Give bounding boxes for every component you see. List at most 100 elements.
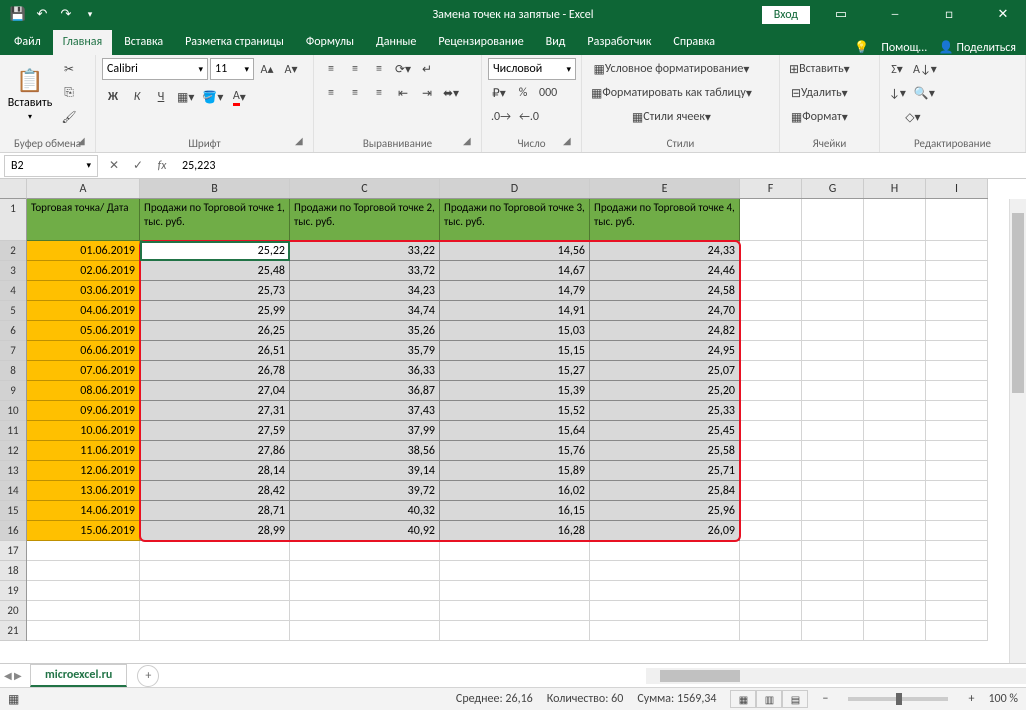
- format-as-table-button[interactable]: ▦ Форматировать как таблицу ▾: [588, 82, 755, 104]
- cell[interactable]: 34,74: [290, 301, 440, 321]
- cell[interactable]: [802, 501, 864, 521]
- cell[interactable]: 16,28: [440, 521, 590, 541]
- cell[interactable]: Продажи по Торговой точке 1, тыс. руб.: [140, 199, 290, 241]
- row-header-10[interactable]: 10: [0, 401, 26, 421]
- cell[interactable]: 05.06.2019: [27, 321, 140, 341]
- cell[interactable]: [440, 601, 590, 621]
- col-header-H[interactable]: H: [864, 179, 926, 198]
- cell[interactable]: [926, 421, 988, 441]
- cell[interactable]: [802, 421, 864, 441]
- cell[interactable]: [740, 301, 802, 321]
- row-header-14[interactable]: 14: [0, 481, 26, 501]
- cell[interactable]: Продажи по Торговой точке 2, тыс. руб.: [290, 199, 440, 241]
- tab-review[interactable]: Рецензирование: [428, 30, 533, 55]
- cell[interactable]: [926, 601, 988, 621]
- cell[interactable]: 24,82: [590, 321, 740, 341]
- row-header-18[interactable]: 18: [0, 561, 26, 581]
- cell[interactable]: 15,15: [440, 341, 590, 361]
- cell[interactable]: [926, 541, 988, 561]
- cell[interactable]: 36,33: [290, 361, 440, 381]
- cell[interactable]: 25,99: [140, 301, 290, 321]
- cell[interactable]: 26,51: [140, 341, 290, 361]
- maximize-icon[interactable]: □: [926, 0, 972, 29]
- cell[interactable]: 26,09: [590, 521, 740, 541]
- cell[interactable]: 15,52: [440, 401, 590, 421]
- cell[interactable]: 24,46: [590, 261, 740, 281]
- align-top-icon[interactable]: ≡: [320, 58, 342, 80]
- cell[interactable]: [926, 621, 988, 641]
- cell[interactable]: 15,27: [440, 361, 590, 381]
- cell[interactable]: 15,89: [440, 461, 590, 481]
- close-icon[interactable]: ✕: [980, 0, 1026, 29]
- cut-icon[interactable]: ✂: [58, 58, 80, 80]
- clear-icon[interactable]: ◇▾: [886, 106, 940, 128]
- cell[interactable]: 33,22: [290, 241, 440, 261]
- row-header-17[interactable]: 17: [0, 541, 26, 561]
- cell[interactable]: [926, 401, 988, 421]
- decrease-indent-icon[interactable]: ⇤: [392, 82, 414, 104]
- tab-page-layout[interactable]: Разметка страницы: [175, 30, 294, 55]
- row-header-16[interactable]: 16: [0, 521, 26, 541]
- cell[interactable]: [864, 461, 926, 481]
- cell[interactable]: [590, 581, 740, 601]
- cell[interactable]: [926, 241, 988, 261]
- cell[interactable]: [740, 501, 802, 521]
- font-color-icon[interactable]: A▾: [228, 86, 250, 108]
- cell[interactable]: [140, 541, 290, 561]
- cell[interactable]: [590, 621, 740, 641]
- font-name-combo[interactable]: Calibri▾: [102, 58, 208, 80]
- cell[interactable]: [864, 581, 926, 601]
- cell[interactable]: [140, 561, 290, 581]
- cell[interactable]: [27, 561, 140, 581]
- autosum-icon[interactable]: Σ▾: [886, 58, 908, 80]
- wrap-text-icon[interactable]: ↵: [416, 58, 438, 80]
- formula-bar[interactable]: 25,223: [174, 159, 1026, 173]
- fill-color-icon[interactable]: 🪣▾: [199, 86, 226, 108]
- cell[interactable]: [864, 361, 926, 381]
- cell[interactable]: [864, 199, 926, 241]
- cell[interactable]: [27, 581, 140, 601]
- cell[interactable]: 25,96: [590, 501, 740, 521]
- cell[interactable]: 13.06.2019: [27, 481, 140, 501]
- cell[interactable]: 39,14: [290, 461, 440, 481]
- cell[interactable]: 25,58: [590, 441, 740, 461]
- cell[interactable]: [140, 621, 290, 641]
- cell[interactable]: [590, 561, 740, 581]
- cell[interactable]: [740, 241, 802, 261]
- cell[interactable]: [926, 441, 988, 461]
- cell[interactable]: [740, 601, 802, 621]
- clipboard-launcher-icon[interactable]: ◢: [77, 134, 91, 148]
- cell[interactable]: 24,58: [590, 281, 740, 301]
- row-header-8[interactable]: 8: [0, 361, 26, 381]
- cell[interactable]: [27, 621, 140, 641]
- horizontal-scroll-thumb[interactable]: [660, 670, 740, 682]
- cell[interactable]: [926, 281, 988, 301]
- row-header-4[interactable]: 4: [0, 281, 26, 301]
- increase-decimal-icon[interactable]: .0→: [488, 106, 514, 128]
- tab-home[interactable]: Главная: [53, 30, 112, 55]
- cell[interactable]: 28,99: [140, 521, 290, 541]
- paste-button[interactable]: 📋Вставить▾: [6, 58, 54, 130]
- cell[interactable]: [740, 341, 802, 361]
- cell[interactable]: [290, 581, 440, 601]
- cancel-formula-icon[interactable]: ✕: [102, 158, 126, 173]
- cell[interactable]: [740, 421, 802, 441]
- cell[interactable]: [864, 241, 926, 261]
- cell[interactable]: [864, 501, 926, 521]
- cell[interactable]: Торговая точка/ Дата: [27, 199, 140, 241]
- cell[interactable]: 24,70: [590, 301, 740, 321]
- font-launcher-icon[interactable]: ◢: [295, 134, 309, 148]
- merge-icon[interactable]: ⬌▾: [440, 82, 462, 104]
- cell[interactable]: [926, 261, 988, 281]
- underline-button[interactable]: Ч: [150, 86, 172, 108]
- cell[interactable]: 14,91: [440, 301, 590, 321]
- cell[interactable]: [926, 461, 988, 481]
- row-header-7[interactable]: 7: [0, 341, 26, 361]
- zoom-slider[interactable]: [848, 697, 948, 701]
- redo-icon[interactable]: ↷: [54, 3, 78, 27]
- col-header-A[interactable]: A: [27, 179, 140, 198]
- cell[interactable]: 25,71: [590, 461, 740, 481]
- row-header-9[interactable]: 9: [0, 381, 26, 401]
- vertical-scrollbar[interactable]: [1009, 199, 1026, 663]
- cell[interactable]: 34,23: [290, 281, 440, 301]
